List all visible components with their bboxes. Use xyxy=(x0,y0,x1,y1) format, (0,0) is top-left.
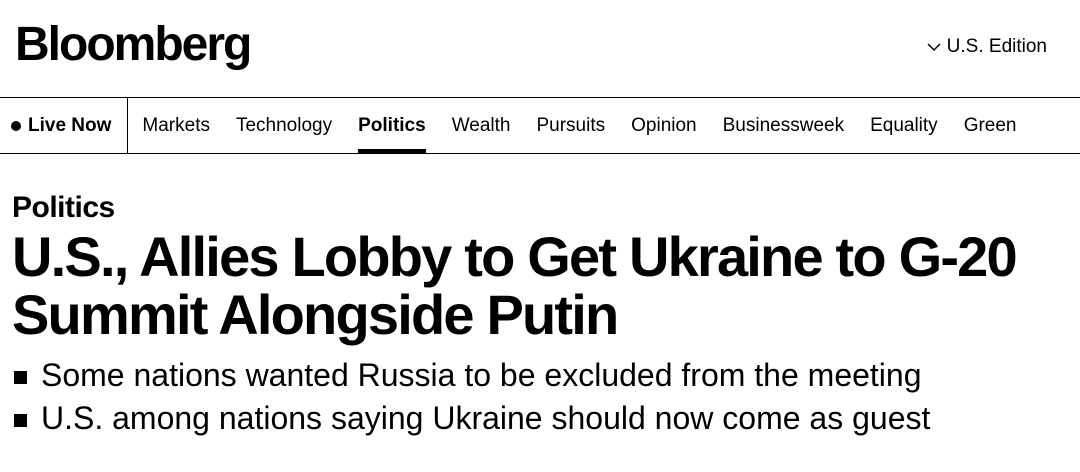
live-now-button[interactable]: Live Now xyxy=(0,98,129,153)
section-kicker[interactable]: Politics xyxy=(12,191,115,225)
site-header: Bloomberg U.S. Edition xyxy=(0,0,1080,98)
live-now-label: Live Now xyxy=(28,114,112,136)
chevron-down-icon xyxy=(927,42,941,51)
nav-item-markets[interactable]: Markets xyxy=(128,98,223,153)
square-bullet-icon xyxy=(14,371,27,384)
square-bullet-icon xyxy=(14,414,27,427)
article-headline: U.S., Allies Lobby to Get Ukraine to G-2… xyxy=(12,225,1018,346)
section-nav: Live Now Markets Technology Politics Wea… xyxy=(0,98,1080,154)
bloomberg-logo[interactable]: Bloomberg xyxy=(15,17,252,73)
nav-item-politics[interactable]: Politics xyxy=(345,98,439,153)
nav-item-opinion[interactable]: Opinion xyxy=(618,98,710,153)
summary-bullet-text: Some nations wanted Russia to be exclude… xyxy=(41,357,922,393)
summary-bullet: U.S. among nations saying Ukraine should… xyxy=(12,397,1068,440)
nav-item-wealth[interactable]: Wealth xyxy=(439,98,524,153)
summary-bullet: Some nations wanted Russia to be exclude… xyxy=(12,354,1068,397)
edition-selector[interactable]: U.S. Edition xyxy=(927,36,1047,58)
nav-item-equality[interactable]: Equality xyxy=(857,98,951,153)
article-summary-list: Some nations wanted Russia to be exclude… xyxy=(12,354,1068,440)
edition-label: U.S. Edition xyxy=(946,36,1047,57)
live-dot-icon xyxy=(11,120,21,131)
nav-item-pursuits[interactable]: Pursuits xyxy=(523,98,618,153)
summary-bullet-text: U.S. among nations saying Ukraine should… xyxy=(41,400,931,436)
nav-item-businessweek[interactable]: Businessweek xyxy=(710,98,857,153)
nav-item-technology[interactable]: Technology xyxy=(223,98,345,153)
article-header: Politics U.S., Allies Lobby to Get Ukrai… xyxy=(0,154,1080,440)
nav-item-green[interactable]: Green xyxy=(951,98,1030,153)
